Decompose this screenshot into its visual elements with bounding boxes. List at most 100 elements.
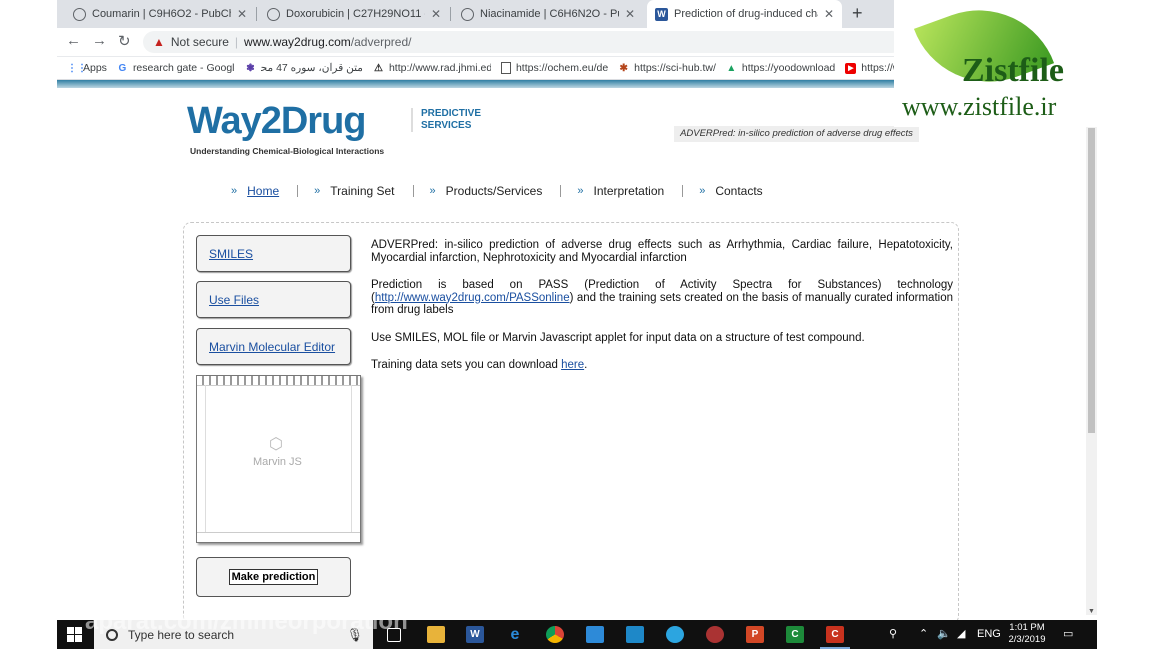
screen: Coumarin | C9H6O2 - PubChem ✕ Doxorubici…: [57, 0, 1097, 649]
tab-doxorubicin[interactable]: Doxorubicin | C27H29NO11 - PubChem ✕: [259, 0, 449, 28]
close-icon[interactable]: ✕: [431, 7, 441, 21]
edge-icon[interactable]: e: [506, 626, 524, 643]
bookmark-label: https://yoodownload: [741, 62, 836, 74]
menu-contacts[interactable]: » Contacts: [695, 184, 780, 198]
marvin-toolbar[interactable]: [197, 376, 360, 386]
use-files-button[interactable]: Use Files: [196, 281, 351, 318]
download-paragraph: Training data sets you can download here…: [371, 359, 953, 372]
menu-home[interactable]: » Home: [227, 184, 297, 198]
word-app-icon[interactable]: W: [466, 626, 484, 643]
security-status[interactable]: Not secure: [171, 35, 229, 49]
double-chevron-icon: »: [314, 185, 321, 197]
marvin-editor-link[interactable]: Marvin Molecular Editor: [209, 340, 335, 354]
new-tab-button[interactable]: +: [852, 3, 863, 24]
smiles-link[interactable]: SMILES: [209, 247, 253, 261]
youtube-icon: ▶: [845, 62, 857, 74]
camtasia-icon[interactable]: C: [786, 626, 804, 643]
marvin-right-toolbar[interactable]: [351, 385, 360, 532]
app-icon[interactable]: [706, 626, 724, 643]
menu-label: Contacts: [715, 184, 763, 198]
camtasia-recorder-icon[interactable]: C: [826, 626, 844, 643]
tab-title: Coumarin | C9H6O2 - PubChem: [92, 8, 231, 20]
menu-divider: [412, 185, 414, 197]
content-panel: SMILES Use Files Marvin Molecular Editor…: [183, 222, 959, 624]
drive-icon: ▲: [726, 62, 737, 74]
bookmark-yoodownload[interactable]: ▲ https://yoodownload: [726, 62, 835, 74]
passonline-link[interactable]: http://www.way2drug.com/PASSonline: [375, 292, 570, 304]
bookmark-research-gate[interactable]: Gresearch gate - Google: [117, 62, 235, 74]
google-icon: G: [118, 62, 127, 74]
chevron-up-icon[interactable]: ⌃: [919, 620, 928, 649]
scroll-down-icon[interactable]: ▼: [1088, 608, 1095, 615]
watermark-site: www.zistfile.ir: [902, 92, 1057, 121]
tab-coumarin[interactable]: Coumarin | C9H6O2 - PubChem ✕: [65, 0, 255, 28]
address-bar[interactable]: ▲ Not secure | www.way2drug.com/adverpre…: [143, 31, 903, 53]
reload-icon[interactable]: ↻: [118, 32, 131, 50]
notification-icon[interactable]: ▭: [1063, 620, 1073, 649]
marvin-js-editor[interactable]: ⬡ Marvin JS: [196, 375, 361, 543]
double-chevron-icon: »: [231, 185, 238, 197]
address-divider: |: [234, 35, 239, 49]
marvin-left-toolbar[interactable]: [197, 385, 206, 532]
pubchem-icon: [267, 7, 280, 21]
logo-tagline: PREDICTIVE SERVICES: [411, 108, 511, 132]
tab-title: Doxorubicin | C27H29NO11 - PubChem: [286, 8, 425, 20]
close-icon[interactable]: ✕: [824, 7, 834, 21]
bookmark-quran[interactable]: ❃ متن قرآن، سوره 47 محمد: [245, 62, 363, 74]
menu-products-services[interactable]: » Products/Services: [426, 184, 561, 198]
back-arrow-icon[interactable]: ←: [66, 32, 81, 49]
menu-interpretation[interactable]: » Interpretation: [573, 184, 682, 198]
menu-label: Home: [247, 184, 280, 198]
tab-niacinamide[interactable]: Niacinamide | C6H6N2O - PubChem ✕: [453, 0, 643, 28]
marvin-bottom-toolbar[interactable]: [197, 532, 360, 542]
double-chevron-icon: »: [429, 185, 436, 197]
language-indicator[interactable]: ENG: [977, 620, 1001, 649]
bookmark-sci-hub[interactable]: ✱ https://sci-hub.tw/: [618, 62, 715, 74]
letterbox-left: [0, 0, 57, 649]
powerpoint-icon[interactable]: P: [746, 626, 764, 643]
close-icon[interactable]: ✕: [237, 7, 247, 21]
use-files-link[interactable]: Use Files: [209, 293, 259, 307]
smiles-button[interactable]: SMILES: [196, 235, 351, 272]
menu-training-set[interactable]: » Training Set: [310, 184, 412, 198]
system-clock[interactable]: 1:01 PM 2/3/2019: [1002, 622, 1052, 646]
bookmark-label: متن قرآن، سوره 47 محمد: [260, 62, 363, 74]
bookmark-apps[interactable]: ⋮⋮ Apps: [67, 62, 107, 74]
menu-label: Products/Services: [445, 184, 543, 198]
tab-divider: [256, 7, 257, 21]
menu-divider: [560, 185, 562, 197]
site-logo[interactable]: Way2Drug: [187, 100, 367, 143]
marvin-label: Marvin JS: [253, 456, 302, 468]
menu-label: Training Set: [330, 184, 395, 198]
download-period: .: [584, 359, 588, 371]
pubchem-icon: [461, 7, 474, 21]
tab-prediction[interactable]: W Prediction of drug-induced changes ✕: [647, 0, 842, 28]
close-icon[interactable]: ✕: [625, 7, 635, 21]
scrollbar-thumb[interactable]: [1088, 128, 1095, 433]
people-icon[interactable]: ⚲: [889, 620, 897, 649]
chrome-icon[interactable]: [546, 626, 564, 643]
web-page: Way2Drug Understanding Chemical-Biologic…: [57, 80, 1086, 624]
document-app-icon[interactable]: [586, 626, 604, 643]
forward-arrow-icon[interactable]: →: [92, 32, 107, 49]
url-host: www.way2drug.com: [244, 35, 351, 49]
bookmark-rad-jhmi[interactable]: ⚠ http://www.rad.jhmi.edu: [373, 62, 491, 74]
letterbox-right: [1097, 0, 1154, 649]
windows-start-icon[interactable]: [67, 627, 82, 642]
tab-title: Prediction of drug-induced changes: [674, 8, 818, 20]
download-here-link[interactable]: here: [561, 359, 584, 371]
make-prediction-panel: Make prediction: [196, 557, 351, 597]
apps-grid-icon: ⋮⋮: [67, 62, 87, 74]
main-menu: » Home » Training Set » Products/Services »…: [227, 184, 781, 198]
zistfile-watermark: Zistfile www.zistfile.ir: [894, 0, 1097, 127]
bookmark-label: Apps: [83, 62, 107, 74]
bookmark-ochem[interactable]: https://ochem.eu/de: [500, 62, 608, 74]
telegram-icon[interactable]: [666, 626, 684, 643]
file-explorer-icon[interactable]: [427, 626, 445, 643]
page-scrollbar[interactable]: ▼: [1086, 80, 1097, 615]
make-prediction-button[interactable]: Make prediction: [228, 569, 319, 585]
volume-icon[interactable]: 🔈: [937, 620, 951, 649]
marvin-editor-button[interactable]: Marvin Molecular Editor: [196, 328, 351, 365]
network-icon[interactable]: ◢: [957, 620, 965, 649]
calculator-icon[interactable]: [626, 626, 644, 643]
